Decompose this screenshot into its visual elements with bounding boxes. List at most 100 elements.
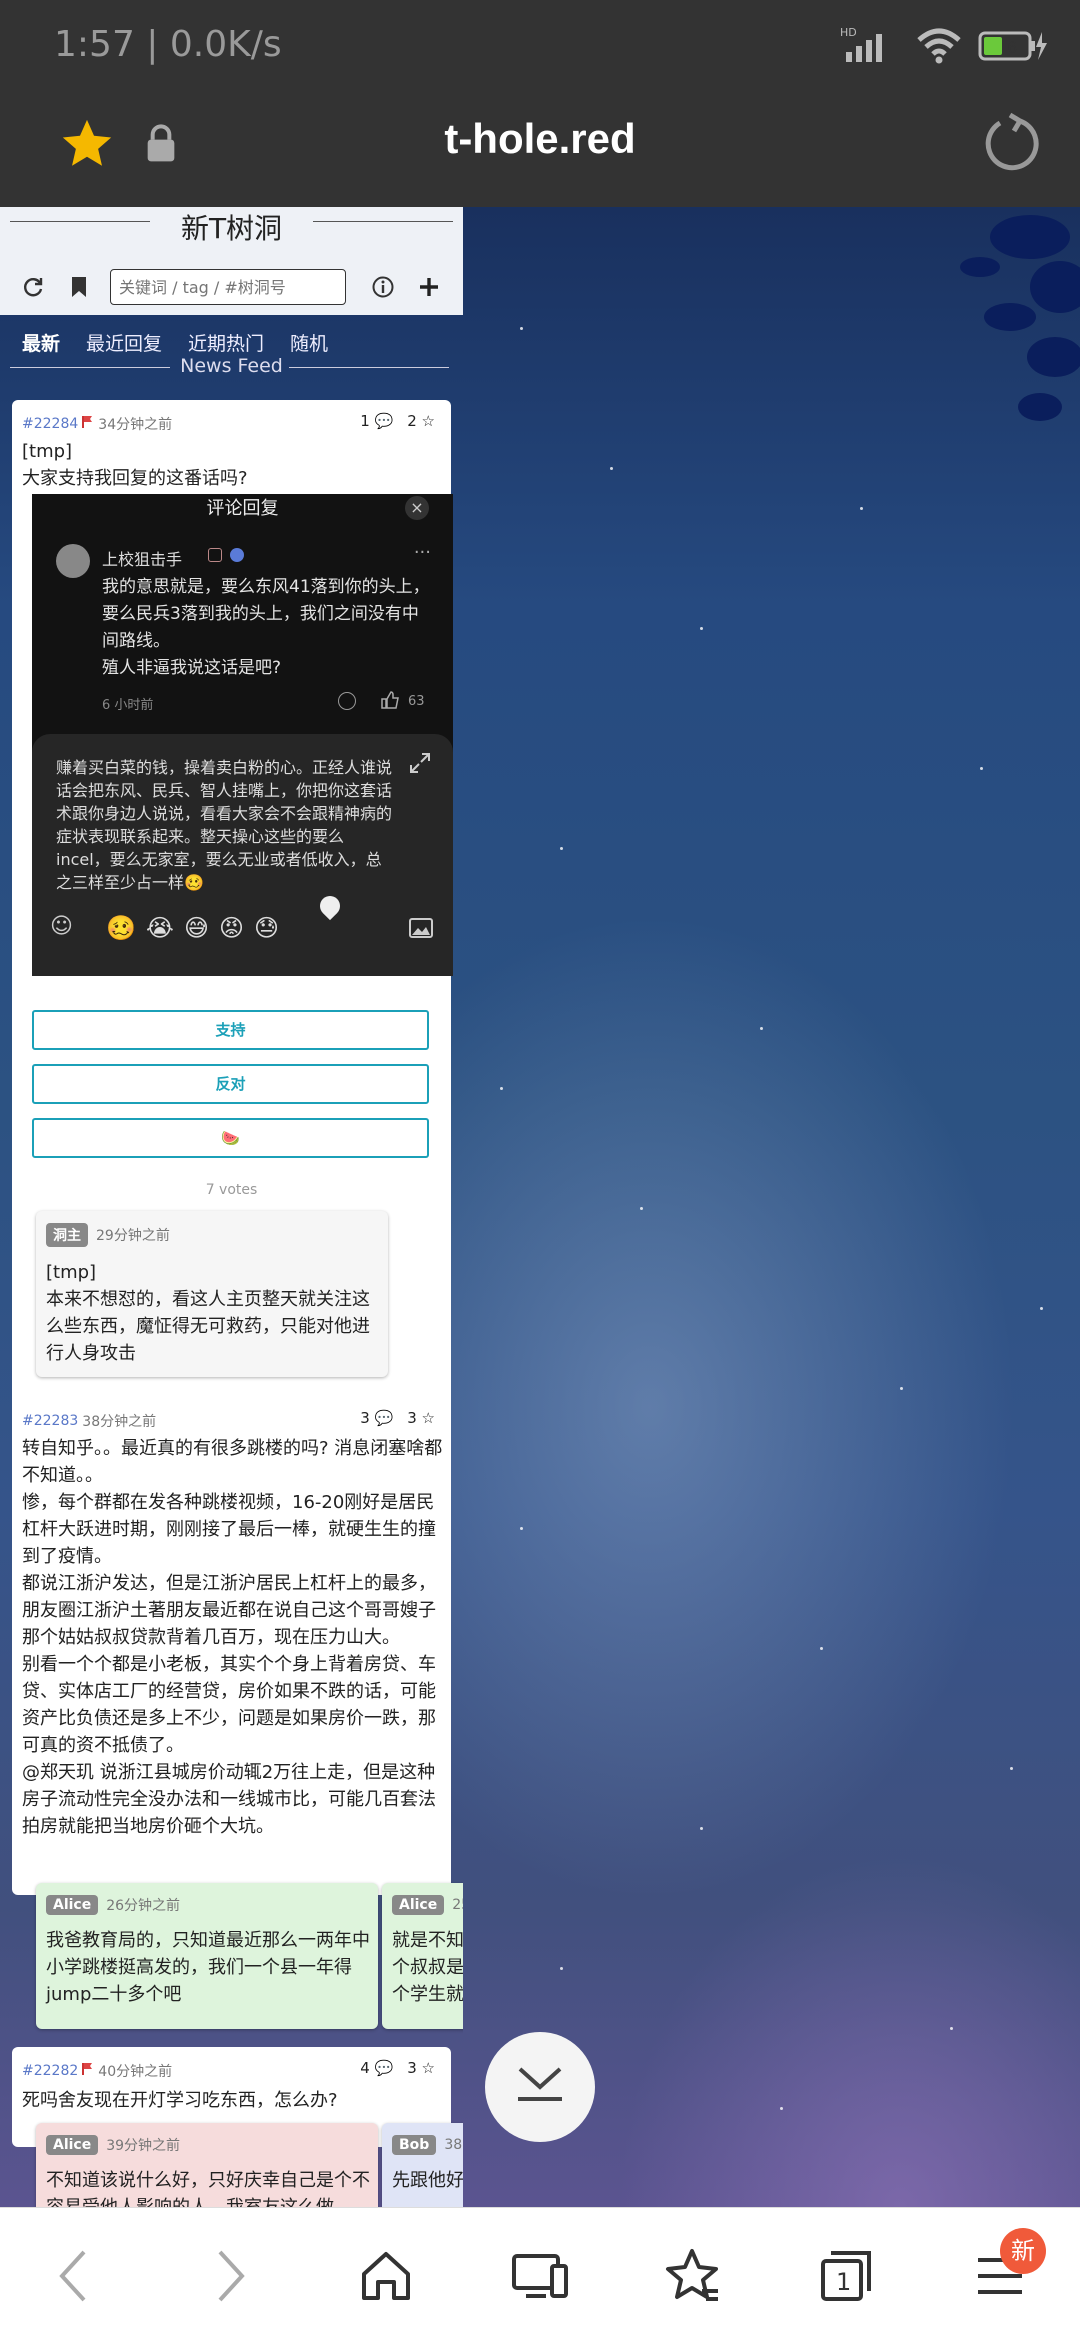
tab-latest[interactable]: 最新 bbox=[22, 329, 60, 356]
reply-time: 39分钟之前 bbox=[106, 2138, 181, 2154]
vote-watermelon-button[interactable]: 🍉 bbox=[32, 1118, 429, 1158]
star-count[interactable]: 3 ☆ bbox=[407, 2059, 435, 2077]
reply-body: 我爸教育局的，只知道最近那么一两年中小学跳楼挺高发的，我们一个县一年得jump二… bbox=[46, 1930, 370, 2005]
feed-label-text: News Feed bbox=[180, 355, 283, 377]
reply-time: 38 bbox=[444, 2137, 463, 2153]
like-icon bbox=[380, 690, 400, 715]
comment-text: 我的意思就是，要么东风41落到你的头上，要么民兵3落到我的头上，我们之间没有中间… bbox=[102, 577, 430, 678]
reply-count-value: 3 bbox=[360, 1409, 370, 1427]
url-host[interactable]: t-hole.red bbox=[0, 115, 1080, 163]
reply-body: [tmp] 本来不想怼的，看这人主页整天就关注这么些东西，魔怔得无可救药，只能对… bbox=[46, 1262, 370, 1364]
star-count-value: 3 bbox=[407, 1409, 417, 1427]
battery-icon: 6 bbox=[978, 28, 1050, 73]
reply-author: Alice bbox=[46, 2135, 99, 2155]
rank-badge-icon bbox=[208, 548, 222, 562]
post-body: 死吗舍友现在开灯学习吃东西，怎么办? bbox=[22, 2090, 338, 2111]
verified-badge-icon bbox=[230, 548, 244, 562]
feed-section-label: News Feed bbox=[0, 355, 463, 377]
vote-count: 7 votes bbox=[205, 1182, 258, 1198]
comment-icon: 💬 bbox=[374, 412, 394, 430]
emoji-angry: 😡 bbox=[218, 914, 244, 942]
status-time: 1:57 | 0.0K/s bbox=[54, 24, 282, 65]
reply-body: 不知道该说什么好，只好庆幸自己是个不容易受他人影响的人，我室友这么做 bbox=[46, 2170, 370, 2207]
reply-card[interactable]: Alice 39分钟之前 不知道该说什么好，只好庆幸自己是个不容易受他人影响的人… bbox=[36, 2123, 378, 2207]
tab-hot[interactable]: 近期热门 bbox=[188, 329, 264, 356]
back-icon[interactable] bbox=[42, 2244, 106, 2308]
post-id[interactable]: #22283 bbox=[22, 1413, 78, 1429]
tabs-icon[interactable]: 1 bbox=[814, 2244, 878, 2308]
reply-author: Bob bbox=[392, 2135, 437, 2155]
signal-icon: HD bbox=[840, 26, 900, 75]
reply-time: 26分钟之前 bbox=[106, 1898, 181, 1914]
reply-card[interactable]: Bob 38 先跟他好 bbox=[382, 2123, 463, 2207]
star-outline-icon: ☆ bbox=[421, 1409, 435, 1427]
home-icon[interactable] bbox=[354, 2244, 418, 2308]
add-post-icon[interactable] bbox=[406, 264, 452, 310]
screenshot-header: 评论回复 bbox=[206, 498, 279, 519]
emoji-sweat-smile: 😅 bbox=[183, 914, 209, 942]
browser-url-bar: t-hole.red bbox=[0, 95, 1080, 207]
emoji-woozy: 🥴 bbox=[106, 914, 136, 942]
screenshot-close-icon: × bbox=[405, 496, 429, 520]
post-time: 34分钟之前 bbox=[98, 417, 173, 433]
tab-recent-replies[interactable]: 最近回复 bbox=[86, 329, 162, 356]
reply-time: 25 bbox=[452, 1897, 463, 1913]
bookmark-icon[interactable] bbox=[56, 264, 102, 310]
expand-icon bbox=[409, 752, 431, 779]
reply-count[interactable]: 3 💬 bbox=[360, 1409, 393, 1427]
browser-nav-bar: 1 新 bbox=[0, 2207, 1080, 2340]
reply-card[interactable]: 洞主 29分钟之前 [tmp] 本来不想怼的，看这人主页整天就关注这么些东西，魔… bbox=[36, 1211, 388, 1377]
post-card[interactable]: #22283 38分钟之前 3 💬 3 ☆ 转自知乎。。最近真的有很多跳楼的吗?… bbox=[12, 1397, 451, 1895]
post-id[interactable]: #22284 bbox=[22, 416, 78, 432]
reply-draft-text: 赚着买白菜的钱，操着卖白粉的心。正经人谁说话会把东风、民兵、智人挂嘴上，你把你这… bbox=[56, 758, 393, 892]
emoji-keyboard-icon: ☺ bbox=[50, 914, 73, 939]
emoji-downcast-sweat: 😓 bbox=[254, 914, 280, 942]
star-count-value: 3 bbox=[407, 2059, 417, 2077]
post-image-screenshot[interactable]: 评论回复 × 上校狙击手 ··· 我的意思就是，要么东风41落到你的头上，要么民… bbox=[32, 494, 453, 976]
desktop-mode-icon[interactable] bbox=[508, 2244, 572, 2308]
wifi-icon bbox=[916, 28, 962, 73]
vote-oppose-button[interactable]: 反对 bbox=[32, 1064, 429, 1104]
favorites-icon[interactable] bbox=[660, 2244, 724, 2308]
comment-icon: 💬 bbox=[374, 2059, 394, 2077]
star-count[interactable]: 2 ☆ bbox=[407, 412, 435, 430]
forward-icon[interactable] bbox=[198, 2244, 262, 2308]
reply-author: 洞主 bbox=[46, 1223, 88, 1247]
refresh-icon[interactable] bbox=[10, 264, 56, 310]
reply-time: 29分钟之前 bbox=[96, 1228, 170, 1244]
reply-card[interactable]: Alice 26分钟之前 我爸教育局的，只知道最近那么一两年中小学跳楼挺高发的，… bbox=[36, 1883, 378, 2029]
reply-card[interactable]: Alice 25 就是不知 个叔叔是 个学生就 bbox=[382, 1883, 463, 2029]
site-toolbar bbox=[0, 259, 463, 315]
comment-reply-icon bbox=[338, 692, 356, 710]
star-count-value: 2 bbox=[407, 412, 417, 430]
star-outline-icon: ☆ bbox=[421, 2059, 435, 2077]
comment-time: 6 小时前 bbox=[102, 698, 154, 713]
reply-count[interactable]: 1 💬 bbox=[360, 412, 393, 430]
reply-editor: 赚着买白菜的钱，操着卖白粉的心。正经人谁说话会把东风、民兵、智人挂嘴上，你把你这… bbox=[32, 734, 453, 976]
tree-leaves-decoration bbox=[960, 215, 1080, 421]
flag-icon bbox=[82, 415, 94, 433]
scroll-to-bottom-button[interactable] bbox=[485, 2032, 595, 2142]
new-badge: 新 bbox=[1000, 2228, 1046, 2274]
avatar bbox=[56, 544, 90, 578]
search-input[interactable] bbox=[110, 269, 346, 305]
post-time: 40分钟之前 bbox=[98, 2064, 173, 2080]
download-arrow-icon bbox=[514, 2065, 566, 2109]
tab-count: 1 bbox=[836, 2268, 851, 2296]
vote-support-button[interactable]: 支持 bbox=[32, 1010, 429, 1050]
reply-count[interactable]: 4 💬 bbox=[360, 2059, 393, 2077]
reply-author: Alice bbox=[392, 1895, 445, 1915]
image-picker-icon bbox=[409, 918, 433, 943]
reload-icon[interactable] bbox=[980, 111, 1044, 179]
text-cursor-handle-icon bbox=[315, 891, 345, 921]
star-count[interactable]: 3 ☆ bbox=[407, 1409, 435, 1427]
comment-username: 上校狙击手 bbox=[102, 550, 183, 569]
site-title: 新T树洞 bbox=[180, 212, 283, 245]
info-icon[interactable] bbox=[360, 264, 406, 310]
tab-random[interactable]: 随机 bbox=[290, 329, 328, 356]
post-id[interactable]: #22282 bbox=[22, 2063, 78, 2079]
reply-body: 就是不知 个叔叔是 个学生就 bbox=[392, 1930, 463, 2005]
flag-icon bbox=[82, 2062, 94, 2080]
post-time: 38分钟之前 bbox=[82, 1414, 157, 1430]
reply-body: 先跟他好 bbox=[392, 2170, 463, 2191]
